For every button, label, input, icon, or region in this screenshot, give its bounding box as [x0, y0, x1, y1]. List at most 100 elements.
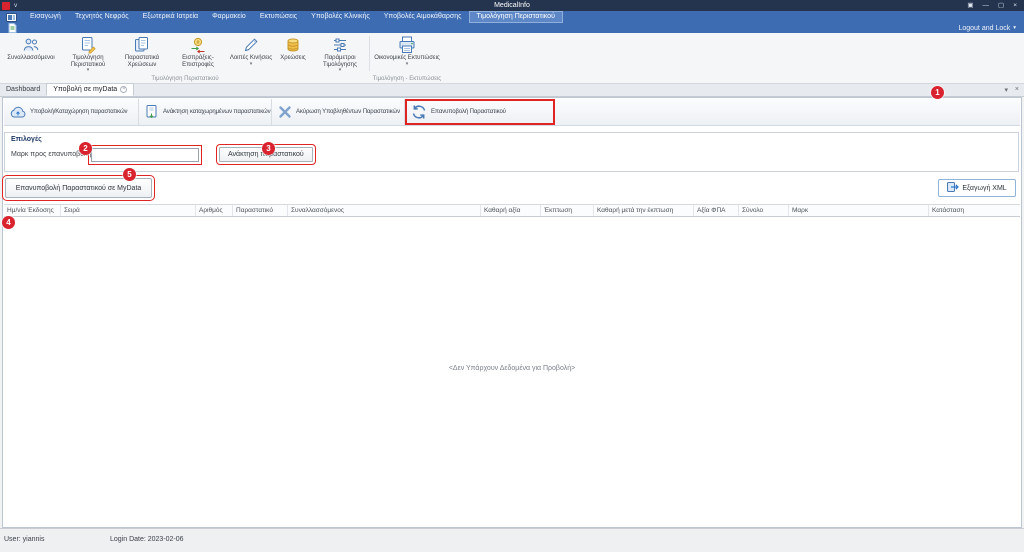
- column-header-net-after-discount[interactable]: Καθαρή μετά την έκπτωση: [594, 205, 694, 216]
- minimize-button[interactable]: —: [983, 0, 990, 11]
- file-menu-button[interactable]: [6, 13, 17, 22]
- ribbon-button-charge-documents[interactable]: Παραστατικά Χρεώσεων: [116, 34, 168, 73]
- ribbon-button-label: Εισπράξεις-Επιστροφές: [168, 55, 228, 68]
- logout-label: Logout and Lock: [958, 25, 1010, 32]
- options-panel: Επιλογές Μαρκ προς επανυποβολή Ανάκτηση …: [4, 132, 1019, 172]
- annotation-badge-2: 2: [79, 142, 92, 155]
- export-arrow-icon: [947, 181, 959, 195]
- tab-dashboard[interactable]: Dashboard: [0, 83, 46, 96]
- column-header-series[interactable]: Σειρά: [61, 205, 196, 216]
- ribbon-button-label: Παραστατικά Χρεώσεων: [116, 55, 168, 68]
- ribbon-button-charges[interactable]: Χρεώσεις: [274, 34, 312, 73]
- subnav-label: Ακύρωση Υποβληθέντων Παραστατικών: [296, 109, 400, 115]
- screen-mode-icon[interactable]: ▣: [967, 0, 973, 11]
- grid-empty-message: <Δεν Υπάρχουν Δεδομένα για Προβολή>: [4, 365, 1020, 372]
- tab-technitos-nefros[interactable]: Τεχνητός Νεφρός: [68, 11, 136, 23]
- column-header-number[interactable]: Αριθμός: [196, 205, 233, 216]
- status-user: User: yiannis: [4, 536, 44, 543]
- column-header-discount[interactable]: Έκπτωση: [541, 205, 594, 216]
- file-menu-icon: [6, 13, 17, 22]
- ribbon-button-other-movements[interactable]: Λοιπές Κινήσεις ▾: [228, 34, 274, 73]
- tab-ektyposeis[interactable]: Εκτυπώσεις: [253, 11, 304, 23]
- window-title: MedicalInfo: [0, 2, 1024, 9]
- tab-ypovoli-mydata[interactable]: Υποβολή σε myData ×: [46, 83, 134, 96]
- printer-icon: [397, 36, 417, 54]
- tab-farmakeio[interactable]: Φαρμακείο: [205, 11, 253, 23]
- grid-body: <Δεν Υπάρχουν Δεδομένα για Προβολή>: [4, 217, 1020, 527]
- mydata-toolbar: Υποβολή/Καταχώρηση παραστατικών Ανάκτηση…: [4, 99, 1020, 126]
- subnav-label: Επανυποβολή Παραστατικού: [431, 109, 506, 115]
- ribbon-buttons: Συναλλασσόμενοι Τιμολόγηση Περιστατικού …: [2, 34, 443, 73]
- tab-list-icon[interactable]: ▾: [1004, 86, 1008, 94]
- application-window: v MedicalInfo ▣ — ▢ × Εισαγωγή Τεχνητός …: [0, 0, 1024, 552]
- ribbon-button-label: Τιμολόγηση Περιστατικού: [60, 55, 116, 68]
- grid-header: Ημ/νία Έκδοσης Σειρά Αριθμός Παραστατικό…: [4, 204, 1020, 217]
- documents-icon: [133, 36, 151, 54]
- tab-ypovoles-aimokatharsis[interactable]: Υποβολές Αιμοκάθαρσης: [377, 11, 469, 23]
- invoice-icon: [79, 36, 97, 54]
- ribbon-button-counterparties[interactable]: Συναλλασσόμενοι: [2, 34, 60, 73]
- sliders-icon: [331, 36, 349, 54]
- column-header-status[interactable]: Κατάσταση: [929, 205, 1020, 216]
- tab-bar-close-icon[interactable]: ×: [1015, 86, 1019, 93]
- tab-exoterika-iatreia[interactable]: Εξωτερικά Ιατρεία: [136, 11, 205, 23]
- subnav-retrieve-invoices-button[interactable]: Ανάκτηση καταχωρημένων παραστατικών: [139, 99, 272, 125]
- ribbon-button-case-invoicing[interactable]: Τιμολόγηση Περιστατικού ▾: [60, 34, 116, 73]
- column-header-mark[interactable]: Μαρκ: [789, 205, 929, 216]
- subnav-label: Ανάκτηση καταχωρημένων παραστατικών: [163, 109, 271, 115]
- export-xml-button[interactable]: Εξαγωγή XML: [938, 179, 1016, 197]
- column-header-total[interactable]: Σύνολο: [739, 205, 789, 216]
- column-header-vat-value[interactable]: Αξία ΦΠΑ: [694, 205, 739, 216]
- options-row: Μαρκ προς επανυποβολή Ανάκτηση παραστατι…: [5, 147, 1018, 162]
- annotation-badge-5: 5: [123, 168, 136, 181]
- ribbon-button-financial-prints[interactable]: Οικονομικές Εκτυπώσεις ▾: [371, 34, 443, 73]
- column-header-counterparty[interactable]: Συναλλασσόμενος: [288, 205, 481, 216]
- subnav-resubmit-invoice-button[interactable]: Επανυποβολή Παραστατικού: [405, 99, 555, 125]
- annotation-badge-4: 4: [2, 216, 15, 229]
- tab-dashboard-label: Dashboard: [6, 86, 40, 93]
- status-login-date: Login Date: 2023-02-06: [110, 536, 184, 543]
- cloud-upload-icon: [9, 104, 27, 120]
- dropdown-arrow-icon: ▾: [250, 62, 253, 67]
- money-transfer-icon: [189, 36, 207, 54]
- quick-access-button[interactable]: [8, 23, 17, 33]
- document-download-icon: [144, 104, 160, 120]
- resubmit-to-mydata-button[interactable]: Επανυποβολή Παραστατικού σε MyData: [5, 178, 152, 198]
- column-header-net-value[interactable]: Καθαρή αξία: [481, 205, 541, 216]
- tab-timologisi-peristatikou[interactable]: Τιμολόγηση Περιστατικού: [469, 11, 563, 23]
- coins-icon: [284, 36, 302, 54]
- tab-ypovoles-klinikis[interactable]: Υποβολές Κλινικής: [304, 11, 377, 23]
- pen-icon: [242, 36, 260, 54]
- ribbon-button-label: Παράμετροι Τιμολόγησης: [312, 55, 368, 68]
- ribbon-group-separator: [369, 36, 370, 71]
- statusbar: User: yiannis Login Date: 2023-02-06: [0, 528, 1024, 552]
- chevron-down-icon: ▾: [1013, 25, 1016, 31]
- people-icon: [22, 36, 40, 54]
- column-header-document[interactable]: Παραστατικό: [233, 205, 288, 216]
- mark-input[interactable]: [91, 148, 199, 162]
- dropdown-arrow-icon: ▾: [406, 62, 409, 67]
- ribbon-tab-bar: Εισαγωγή Τεχνητός Νεφρός Εξωτερικά Ιατρε…: [0, 11, 1024, 23]
- tab-eisagogi[interactable]: Εισαγωγή: [23, 11, 68, 23]
- logout-button[interactable]: Logout and Lock ▾: [958, 25, 1016, 32]
- ribbon-button-invoicing-parameters[interactable]: Παράμετροι Τιμολόγησης ▾: [312, 34, 368, 73]
- annotation-badge-3: 3: [262, 142, 275, 155]
- mark-label: Μαρκ προς επανυποβολή: [11, 151, 89, 158]
- column-header-issue-date[interactable]: Ημ/νία Έκδοσης: [4, 205, 61, 216]
- ribbon-group-label-prints: Τιμολόγηση - Εκτυπώσεις: [370, 74, 444, 84]
- tab-mydata-label: Υποβολή σε myData: [53, 86, 117, 93]
- ribbon-button-label: Συναλλασσόμενοι: [7, 55, 54, 62]
- subnav-submit-invoices-button[interactable]: Υποβολή/Καταχώρηση παραστατικών: [4, 99, 139, 125]
- annotation-badge-1: 1: [931, 86, 944, 99]
- ribbon-button-label: Χρεώσεις: [280, 55, 305, 62]
- ribbon: Συναλλασσόμενοι Τιμολόγηση Περιστατικού …: [0, 33, 1024, 84]
- ribbon-button-collections-refunds[interactable]: Εισπράξεις-Επιστροφές: [168, 34, 228, 73]
- quick-access-icon: [8, 23, 17, 33]
- dropdown-arrow-icon: ▾: [87, 68, 90, 73]
- refresh-icon: [410, 103, 428, 121]
- tab-close-icon[interactable]: ×: [120, 86, 127, 93]
- quick-access-bar: Logout and Lock ▾: [0, 23, 1024, 33]
- close-button[interactable]: ×: [1013, 0, 1017, 11]
- maximize-button[interactable]: ▢: [998, 0, 1004, 11]
- subnav-cancel-submitted-button[interactable]: Ακύρωση Υποβληθέντων Παραστατικών: [272, 99, 405, 125]
